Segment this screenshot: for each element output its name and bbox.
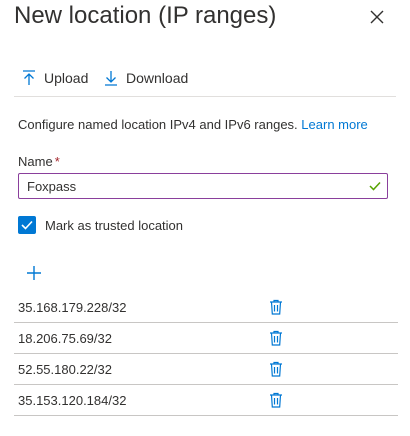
upload-button[interactable]: Upload: [22, 65, 88, 91]
toolbar: Upload Download: [14, 62, 396, 97]
ip-range-text: 18.206.75.69/32: [18, 331, 112, 346]
download-label: Download: [126, 70, 189, 86]
name-input[interactable]: [19, 174, 369, 198]
trusted-location-checkbox[interactable]: Mark as trusted location: [18, 216, 183, 234]
ip-range-row: 52.55.180.22/32: [14, 354, 398, 385]
ip-range-text: 52.55.180.22/32: [18, 362, 112, 377]
name-field[interactable]: [18, 173, 388, 199]
name-label: Name *: [18, 154, 60, 169]
ip-range-text: 35.153.120.184/32: [18, 393, 127, 408]
ip-range-row: 35.153.120.184/32: [14, 385, 398, 416]
upload-icon: [23, 70, 35, 85]
trusted-location-label: Mark as trusted location: [45, 217, 184, 233]
ip-range-row: 18.206.75.69/32: [14, 323, 398, 354]
ip-range-row: 35.168.179.228/32: [14, 292, 398, 323]
checkbox-checked-icon[interactable]: [18, 216, 36, 234]
close-button[interactable]: [366, 6, 388, 28]
panel-title: New location (IP ranges): [14, 2, 277, 29]
ip-range-list: 35.168.179.228/32 18.206.75.69/32 52.55.…: [14, 292, 398, 416]
required-marker: *: [54, 154, 60, 169]
delete-icon[interactable]: [268, 391, 284, 409]
plus-icon: [27, 266, 41, 280]
description-text: Configure named location IPv4 and IPv6 r…: [18, 117, 298, 132]
description: Configure named location IPv4 and IPv6 r…: [18, 117, 368, 132]
add-ip-range-button[interactable]: [24, 263, 44, 283]
delete-icon[interactable]: [268, 298, 284, 316]
learn-more-link[interactable]: Learn more: [301, 117, 367, 132]
upload-label: Upload: [44, 70, 89, 86]
name-label-text: Name: [18, 154, 53, 169]
delete-icon[interactable]: [268, 360, 284, 378]
valid-check-icon: [369, 181, 381, 191]
download-button[interactable]: Download: [104, 65, 188, 91]
delete-icon[interactable]: [268, 329, 284, 347]
ip-range-text: 35.168.179.228/32: [18, 300, 127, 315]
download-icon: [105, 71, 117, 86]
close-icon: [370, 10, 384, 24]
